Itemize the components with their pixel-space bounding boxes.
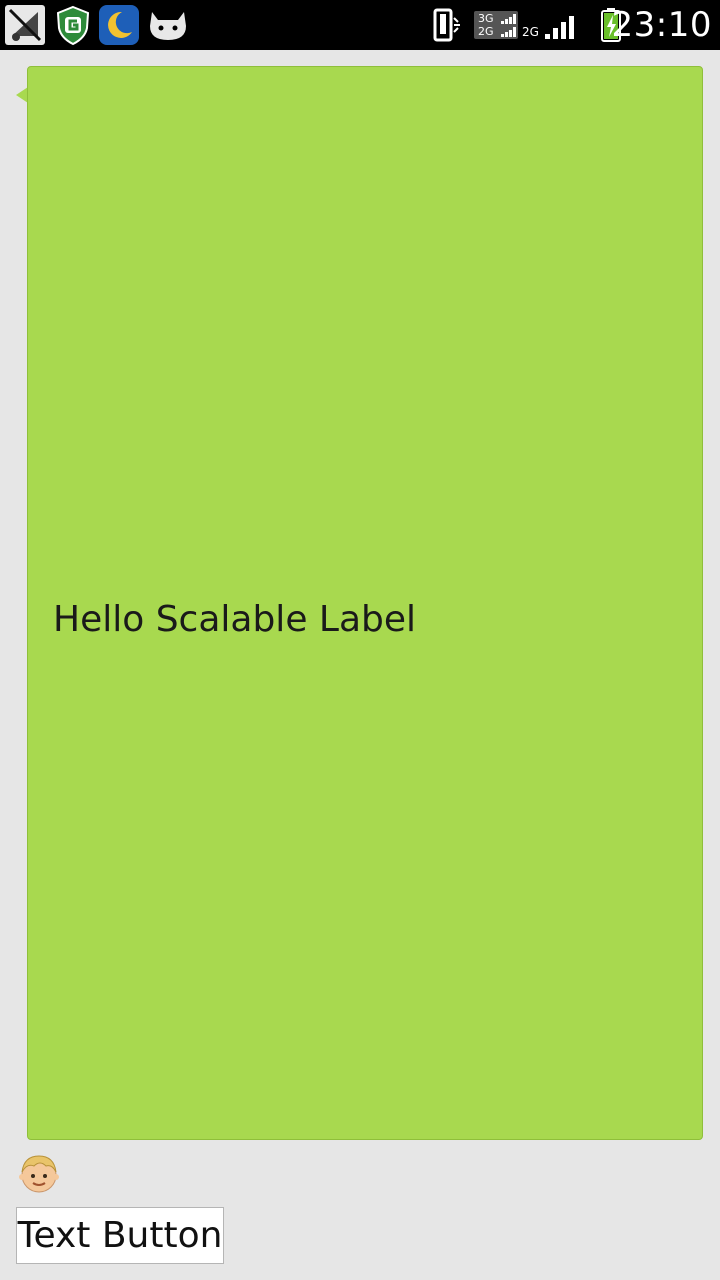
status-bar: 3G 2G 2G 23:10 (0, 0, 720, 50)
phone-vibrate-icon (432, 0, 464, 50)
boy-face-icon (18, 1152, 60, 1194)
signal-bars-icon: 2G (522, 0, 584, 50)
network-small-label: 2G (522, 25, 539, 39)
moon-icon (98, 4, 140, 46)
scalable-label-text: Hello Scalable Label (53, 599, 417, 640)
app-icon-no-signal (4, 4, 46, 46)
scalable-label-bubble: Hello Scalable Label (16, 66, 704, 1141)
network-2g-label: 2G (478, 25, 494, 38)
text-button[interactable]: Text Button (16, 1207, 224, 1264)
network-indicator: 3G 2G (474, 0, 520, 50)
status-clock: 23:10 (611, 5, 712, 45)
shield-icon (52, 4, 94, 46)
android-cat-icon (146, 4, 188, 46)
network-3g-label: 3G (478, 12, 494, 25)
bubble-body: Hello Scalable Label (27, 66, 703, 1140)
